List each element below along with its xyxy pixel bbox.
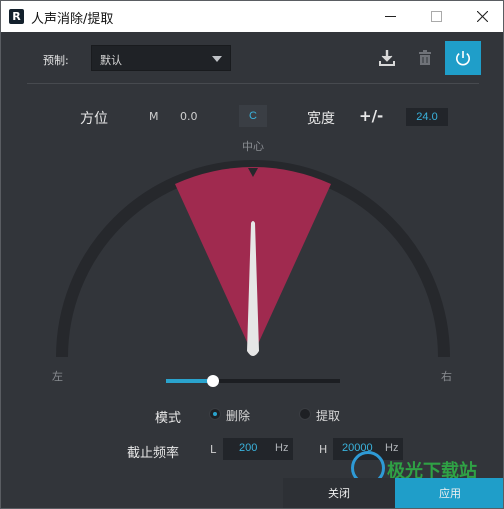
cutoff-frequency-label: 截止频率 bbox=[127, 446, 180, 461]
position-slider-fill bbox=[166, 379, 213, 383]
apply-button[interactable]: 应用 bbox=[395, 478, 503, 508]
stereo-dial[interactable] bbox=[1, 1, 504, 509]
mode-extract-label[interactable]: 提取 bbox=[316, 407, 340, 424]
vocal-remover-window: R 人声消除/提取 预制: 默认 方位 M 0.0 C 宽度 +/- 24.0 … bbox=[0, 0, 504, 509]
low-cut-unit: Hz bbox=[275, 442, 289, 454]
high-cut-unit: Hz bbox=[385, 442, 399, 454]
position-slider-thumb[interactable] bbox=[207, 375, 219, 387]
dial-right-label: 右 bbox=[441, 370, 452, 383]
high-cut-prefix: H bbox=[319, 443, 328, 456]
low-cut-value: 200 bbox=[239, 442, 258, 454]
mode-extract-radio[interactable] bbox=[299, 408, 311, 420]
low-cut-field[interactable]: 200 Hz bbox=[223, 438, 293, 460]
mode-remove-label[interactable]: 删除 bbox=[226, 407, 250, 424]
close-button[interactable]: 关闭 bbox=[283, 478, 395, 508]
mode-remove-radio[interactable] bbox=[209, 408, 221, 420]
dial-left-label: 左 bbox=[52, 370, 63, 383]
mode-label: 模式 bbox=[155, 411, 182, 426]
low-cut-prefix: L bbox=[210, 443, 217, 456]
